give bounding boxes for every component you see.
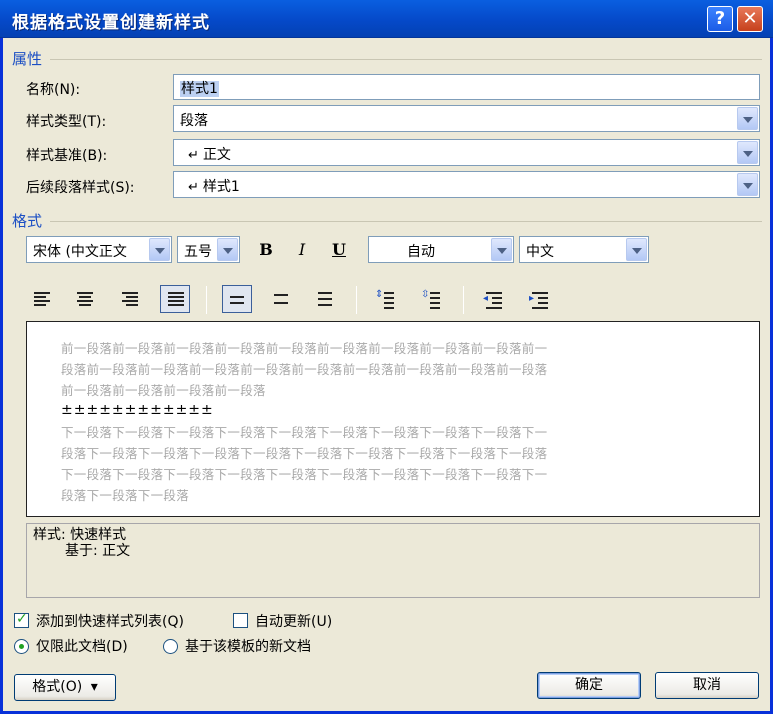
script-value: 中文 bbox=[526, 244, 554, 260]
paragraph-return-icon: ↵ bbox=[188, 148, 199, 163]
based-on-label: 样式基准(B): bbox=[26, 148, 108, 164]
format-section-label: 格式 bbox=[12, 212, 43, 230]
font-size-value: 五号 bbox=[184, 244, 212, 260]
ok-button[interactable]: 确定 bbox=[537, 672, 641, 699]
underline-button[interactable]: U bbox=[325, 237, 353, 263]
style-type-value: 段落 bbox=[180, 113, 208, 129]
based-on-value: 正文 bbox=[202, 147, 231, 163]
format-menu-label: 格式(O) bbox=[32, 679, 83, 695]
font-size-select[interactable]: 五号 bbox=[177, 236, 240, 263]
next-paragraph-preview: 下一段落下一段落下一段落下一段落下一段落下一段落下一段落下一段落下一段落下一 段… bbox=[61, 422, 721, 506]
next-style-label: 后续段落样式(S): bbox=[26, 180, 135, 196]
auto-update-checkbox[interactable] bbox=[233, 613, 248, 628]
chevron-down-icon[interactable] bbox=[626, 238, 647, 261]
preview-line: 下一段落下一段落下一段落下一段落下一段落下一段落下一段落下一段落下一段落下一 bbox=[61, 467, 548, 482]
increase-paragraph-spacing-icon[interactable]: ⇕ bbox=[370, 285, 400, 313]
add-quick-style-label[interactable]: 添加到快速样式列表(Q) bbox=[36, 611, 184, 631]
cancel-button[interactable]: 取消 bbox=[655, 672, 759, 699]
this-document-label[interactable]: 仅限此文档(D) bbox=[36, 636, 128, 656]
paragraph-return-icon: ↵ bbox=[188, 180, 199, 195]
preview-line: 段落下一段落下一段落下一段落下一段落下一段落下一段落下一段落下一段落下一段落 bbox=[61, 446, 548, 461]
align-right-icon[interactable] bbox=[115, 285, 145, 313]
properties-section-label: 属性 bbox=[12, 50, 43, 68]
font-color-value: 自动 bbox=[407, 244, 435, 260]
template-radio[interactable] bbox=[163, 639, 178, 654]
preview-line: 下一段落下一段落下一段落下一段落下一段落下一段落下一段落下一段落下一段落下一 bbox=[61, 425, 548, 440]
chevron-down-icon[interactable] bbox=[737, 141, 758, 164]
decrease-paragraph-spacing-icon[interactable]: ⇳ bbox=[416, 285, 446, 313]
chevron-down-icon[interactable] bbox=[737, 107, 758, 130]
font-color-select[interactable]: 自动 bbox=[368, 236, 514, 263]
dialog-title: 根据格式设置创建新样式 bbox=[12, 13, 210, 33]
decrease-indent-icon[interactable]: ◂ bbox=[479, 285, 509, 313]
bold-button[interactable]: B bbox=[252, 237, 280, 263]
single-spacing-icon[interactable] bbox=[222, 285, 252, 313]
name-input-value: 样式1 bbox=[180, 81, 219, 97]
increase-indent-icon[interactable]: ▸ bbox=[525, 285, 555, 313]
name-label: 名称(N): bbox=[26, 82, 81, 98]
preview-line: 段落下一段落下一段落 bbox=[61, 488, 190, 503]
align-center-icon[interactable] bbox=[70, 285, 100, 313]
this-document-radio[interactable] bbox=[14, 639, 29, 654]
one-half-spacing-icon[interactable] bbox=[267, 285, 297, 313]
preview-line: 段落前一段落前一段落前一段落前一段落前一段落前一段落前一段落前一段落前一段落 bbox=[61, 362, 548, 377]
properties-divider bbox=[50, 59, 762, 60]
chevron-down-icon[interactable] bbox=[491, 238, 512, 261]
previous-paragraph-preview: 前一段落前一段落前一段落前一段落前一段落前一段落前一段落前一段落前一段落前一 段… bbox=[61, 338, 721, 401]
script-select[interactable]: 中文 bbox=[519, 236, 649, 263]
justify-icon[interactable] bbox=[160, 285, 190, 313]
template-label[interactable]: 基于该模板的新文档 bbox=[185, 636, 311, 656]
style-type-label: 样式类型(T): bbox=[26, 114, 107, 130]
italic-button[interactable]: I bbox=[288, 237, 316, 263]
auto-update-label[interactable]: 自动更新(U) bbox=[255, 611, 332, 631]
title-bar: 根据格式设置创建新样式 ? ✕ bbox=[0, 0, 773, 38]
next-style-value: 样式1 bbox=[202, 179, 240, 195]
chevron-down-icon[interactable] bbox=[149, 238, 170, 261]
add-quick-style-checkbox[interactable] bbox=[14, 611, 29, 628]
close-button[interactable]: ✕ bbox=[737, 6, 763, 32]
font-value: 宋体 (中文正文 bbox=[33, 244, 127, 260]
style-type-select[interactable]: 段落 bbox=[173, 105, 760, 132]
style-preview: 前一段落前一段落前一段落前一段落前一段落前一段落前一段落前一段落前一段落前一 段… bbox=[26, 321, 760, 517]
description-style: 样式: 快速样式 bbox=[33, 527, 127, 543]
format-divider bbox=[50, 221, 762, 222]
font-select[interactable]: 宋体 (中文正文 bbox=[26, 236, 172, 263]
name-input[interactable]: 样式1 bbox=[173, 74, 760, 100]
description-based-on: 基于: 正文 bbox=[65, 543, 131, 559]
align-left-icon[interactable] bbox=[27, 285, 57, 313]
chevron-down-icon: ▾ bbox=[90, 679, 98, 695]
sample-text: ±±±±±±±±±±±± bbox=[61, 402, 214, 418]
next-style-select[interactable]: ↵ 样式1 bbox=[173, 171, 760, 198]
chevron-down-icon[interactable] bbox=[217, 238, 238, 261]
preview-line: 前一段落前一段落前一段落前一段落 bbox=[61, 383, 266, 398]
based-on-select[interactable]: ↵ 正文 bbox=[173, 139, 760, 166]
format-menu-button[interactable]: 格式(O) ▾ bbox=[14, 674, 116, 701]
preview-line: 前一段落前一段落前一段落前一段落前一段落前一段落前一段落前一段落前一段落前一 bbox=[61, 341, 548, 356]
help-button[interactable]: ? bbox=[707, 6, 733, 32]
style-description: 样式: 快速样式 基于: 正文 bbox=[26, 523, 760, 598]
double-spacing-icon[interactable] bbox=[311, 285, 341, 313]
chevron-down-icon[interactable] bbox=[737, 173, 758, 196]
